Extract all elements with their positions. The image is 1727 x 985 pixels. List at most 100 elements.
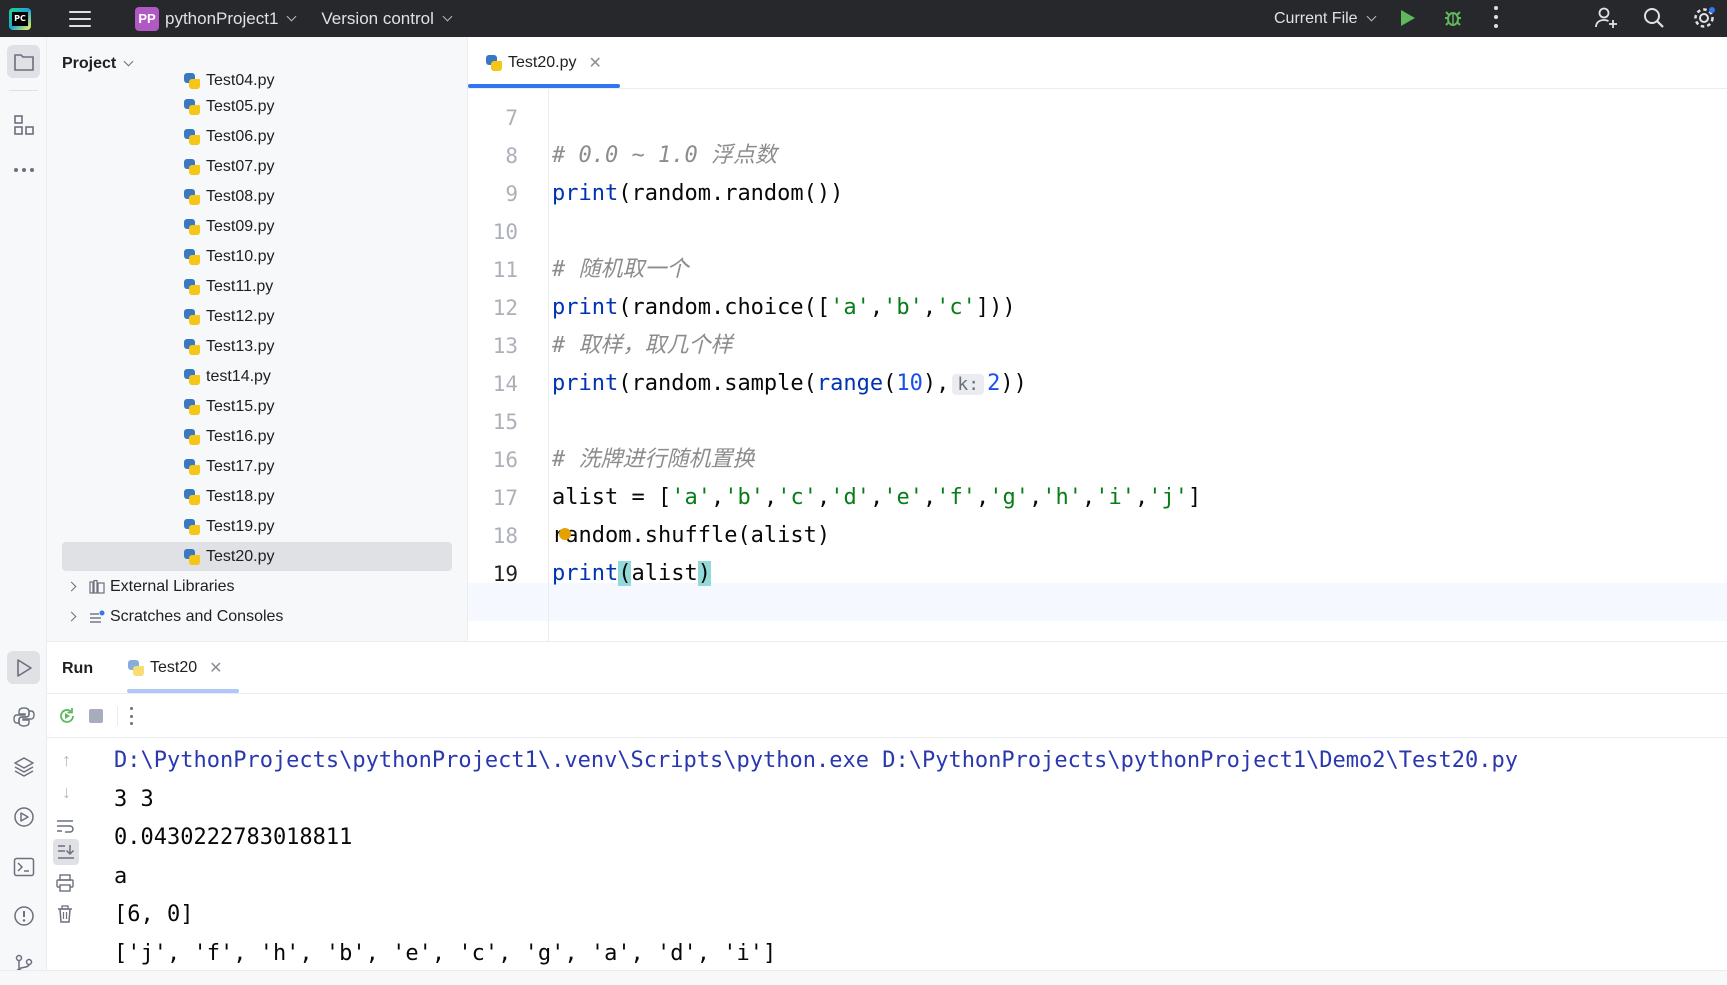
file-name: Test15.py xyxy=(206,397,275,415)
code-line[interactable]: 16 # 洗牌进行随机置换 xyxy=(468,441,1727,479)
code-line[interactable]: 17 alist = ['a','b','c','d','e','f','g','… xyxy=(468,479,1727,517)
python-file-icon xyxy=(184,548,200,565)
editor-tab[interactable]: Test20.py ✕ xyxy=(486,37,602,89)
search-icon[interactable] xyxy=(1643,7,1665,29)
chevron-down-icon[interactable] xyxy=(286,11,297,21)
python-file-icon xyxy=(128,660,144,676)
chevron-down-icon[interactable] xyxy=(442,11,453,21)
tree-scratches-consoles[interactable]: Scratches and Consoles xyxy=(47,602,437,631)
scratches-label: Scratches and Consoles xyxy=(110,607,284,625)
more-tools-button[interactable] xyxy=(7,153,40,186)
line-number: 17 xyxy=(492,486,518,510)
tree-external-libraries[interactable]: External Libraries xyxy=(47,572,437,601)
run-config-selector[interactable]: Current File xyxy=(1274,0,1377,37)
tree-file-item[interactable]: Test10.py xyxy=(62,242,452,271)
tree-file-item[interactable]: Test19.py xyxy=(62,512,452,541)
project-selector[interactable]: pythonProject1 xyxy=(165,9,278,29)
code-line[interactable]: 8 # 0.0 ~ 1.0 浮点数 xyxy=(468,137,1727,175)
version-control-menu[interactable]: Version control xyxy=(321,9,433,29)
stop-icon[interactable] xyxy=(89,709,103,723)
terminal-icon xyxy=(13,857,34,876)
arrow-up-icon[interactable]: ↑ xyxy=(62,750,71,771)
external-libraries-label: External Libraries xyxy=(110,577,235,595)
run-tab[interactable]: Test20 ✕ xyxy=(128,642,223,694)
tree-file-item-selected[interactable]: Test20.py xyxy=(62,542,452,571)
pycharm-logo-icon[interactable] xyxy=(9,7,31,30)
run-tool-button[interactable] xyxy=(7,651,40,684)
python-file-icon xyxy=(184,398,200,415)
code-line[interactable]: 7 xyxy=(468,99,1727,137)
run-icon[interactable] xyxy=(1401,10,1415,26)
code-line-current[interactable]: 19 print(alist) xyxy=(468,555,1727,593)
file-name: Test12.py xyxy=(206,307,275,325)
add-user-icon[interactable] xyxy=(1594,6,1618,30)
tree-file-item[interactable]: Test05.py xyxy=(62,92,452,121)
trash-icon[interactable] xyxy=(56,905,74,923)
file-name: Test16.py xyxy=(206,427,275,445)
file-name: test14.py xyxy=(206,367,271,385)
python-icon xyxy=(12,706,35,727)
tree-file-item[interactable]: Test18.py xyxy=(62,482,452,511)
chevron-right-icon xyxy=(66,611,77,622)
file-name: Test18.py xyxy=(206,487,275,505)
terminal-tool-button[interactable] xyxy=(7,850,40,883)
tree-file-item[interactable]: Test16.py xyxy=(62,422,452,451)
tree-file-item[interactable]: Test08.py xyxy=(62,182,452,211)
console-line: [6, 0] xyxy=(114,902,194,927)
file-name: Test10.py xyxy=(206,247,275,265)
problems-tool-button[interactable] xyxy=(7,899,40,932)
code-line[interactable]: 10 xyxy=(468,213,1727,251)
python-packages-button[interactable] xyxy=(7,700,40,733)
code-line[interactable]: 11 # 随机取一个 xyxy=(468,251,1727,289)
run-panel: Run Test20 ✕ ↑ ↓ D:\PythonProjects\pytho… xyxy=(47,641,1727,985)
tree-file-item[interactable]: test14.py xyxy=(62,362,452,391)
structure-tool-button[interactable] xyxy=(7,108,40,141)
python-file-icon xyxy=(184,98,200,115)
code-line[interactable]: 12 print(random.choice(['a','b','c'])) xyxy=(468,289,1727,327)
more-actions-icon[interactable] xyxy=(130,707,134,725)
code-text: alist = ['a','b','c','d','e','f','g','h'… xyxy=(552,485,1202,510)
tree-file-item[interactable]: Test17.py xyxy=(62,452,452,481)
intention-bulb-icon[interactable] xyxy=(559,528,572,540)
console-line-command[interactable]: D:\PythonProjects\pythonProject1\.venv\S… xyxy=(114,742,1714,781)
tree-file-item[interactable]: Test09.py xyxy=(62,212,452,241)
tree-file-item[interactable]: Test12.py xyxy=(62,302,452,331)
tree-file-item[interactable]: Test04.py xyxy=(62,66,452,95)
project-badge[interactable]: PP xyxy=(135,6,159,31)
code-line[interactable]: 14 print(random.sample(range(10), k: 2)) xyxy=(468,365,1727,403)
soft-wrap-icon[interactable] xyxy=(55,818,75,834)
console-output[interactable]: D:\PythonProjects\pythonProject1\.venv\S… xyxy=(114,742,1714,973)
more-actions-icon[interactable] xyxy=(1494,6,1498,28)
close-icon[interactable]: ✕ xyxy=(588,53,601,73)
console-line: 0.0430222783018811 xyxy=(114,825,353,850)
arrow-down-icon[interactable]: ↓ xyxy=(62,782,71,803)
tree-file-item[interactable]: Test15.py xyxy=(62,392,452,421)
code-line[interactable]: 9 print(random.random()) xyxy=(468,175,1727,213)
file-name: Test08.py xyxy=(206,187,275,205)
main-menu-icon[interactable] xyxy=(69,10,91,27)
title-bar: PP pythonProject1 Version control Curren… xyxy=(0,0,1727,37)
scroll-to-end-button[interactable] xyxy=(53,839,79,865)
code-line[interactable]: 13 # 取样，取几个样 xyxy=(468,327,1727,365)
code-line[interactable]: 15 xyxy=(468,403,1727,441)
tree-file-item[interactable]: Test11.py xyxy=(62,272,452,301)
tree-file-item[interactable]: Test13.py xyxy=(62,332,452,361)
debug-icon[interactable] xyxy=(1443,8,1463,28)
layers-tool-button[interactable] xyxy=(7,750,40,783)
print-icon[interactable] xyxy=(55,874,75,892)
chevron-down-icon xyxy=(123,56,134,67)
settings-gear-icon[interactable] xyxy=(1692,6,1716,30)
active-tab-indicator xyxy=(468,84,620,88)
tree-file-item[interactable]: Test07.py xyxy=(62,152,452,181)
services-tool-button[interactable] xyxy=(7,800,40,833)
python-file-icon xyxy=(184,158,200,175)
file-name: Test07.py xyxy=(206,157,275,175)
tree-file-item[interactable]: Test06.py xyxy=(62,122,452,151)
project-tool-button[interactable] xyxy=(7,45,40,78)
scratches-icon xyxy=(90,610,105,623)
code-line[interactable]: 18 random.shuffle(alist) xyxy=(468,517,1727,555)
close-icon[interactable]: ✕ xyxy=(209,658,222,678)
run-side-toolbar: ↑ ↓ xyxy=(47,738,93,985)
rerun-icon[interactable] xyxy=(57,706,77,726)
code-text: print(random.sample(range(10), k: 2)) xyxy=(552,371,1027,396)
